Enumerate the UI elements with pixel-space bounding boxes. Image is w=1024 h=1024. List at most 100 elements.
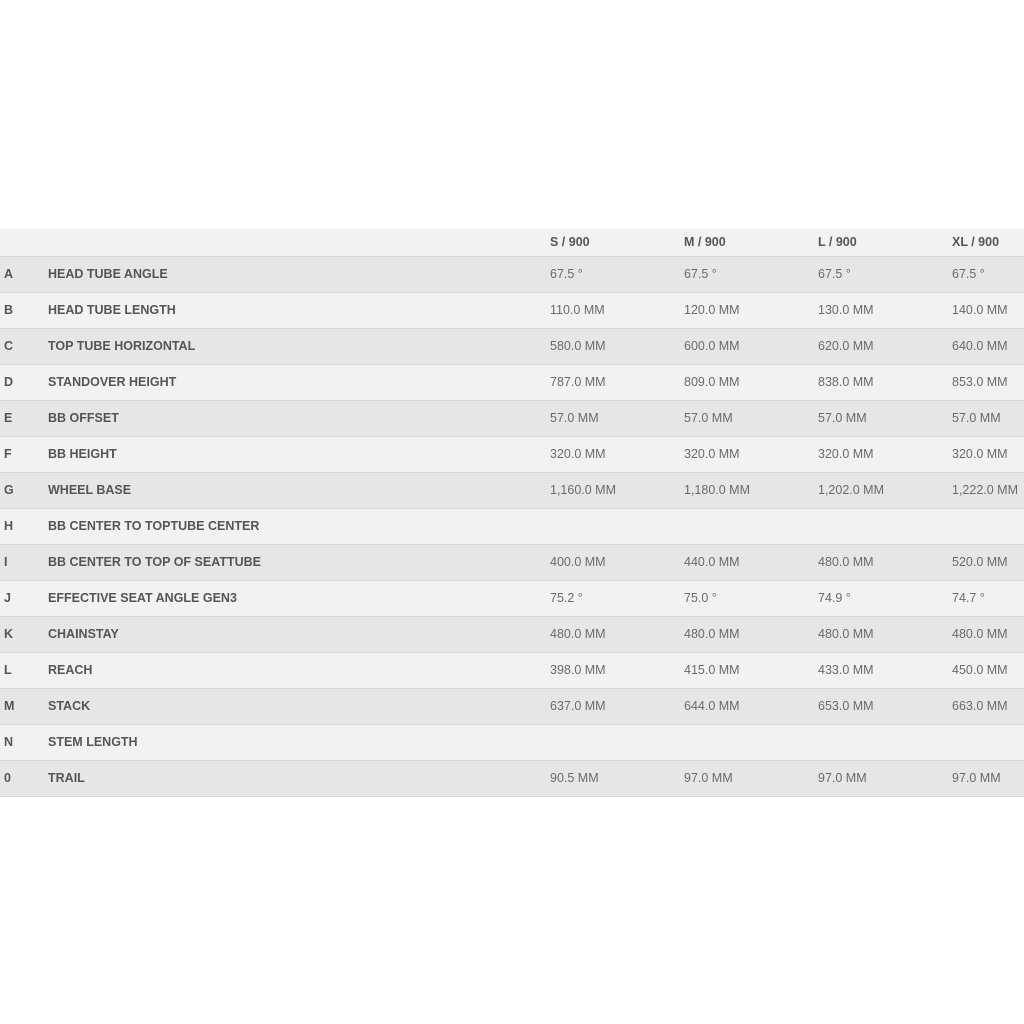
row-label: BB CENTER TO TOP OF SEATTUBE [48,555,261,569]
geometry-table: S / 900 M / 900 L / 900 XL / 900 A HEAD T… [0,229,1024,797]
row-letter: N [4,735,14,749]
table-row: E BB OFFSET 57.0 MM 57.0 MM 57.0 MM 57.0 MM [0,400,1024,436]
table-row: 0 TRAIL 90.5 MM 97.0 MM 97.0 MM 97.0 MM [0,760,1024,796]
row-value-cell: 400.0 MM [550,555,606,569]
row-value-cell: 320.0 MM [550,447,606,461]
table-row: H BB CENTER TO TOPTUBE CENTER [0,508,1024,544]
row-label: HEAD TUBE LENGTH [48,303,176,317]
row-value-cell: 67.5 ° [550,267,583,281]
row-value-cell: 90.5 MM [550,771,599,785]
row-value-cell: 1,222.0 MM [952,483,1019,497]
table-row: I BB CENTER TO TOP OF SEATTUBE 400.0 MM 440… [0,544,1024,580]
row-value-cell: 480.0 MM [818,627,874,641]
row-value-cell: 637.0 MM [550,699,606,713]
row-value-cell: 57.0 MM [818,411,867,425]
row-value-cell: 1,180.0 MM [684,483,751,497]
table-row: B HEAD TUBE LENGTH 110.0 MM 120.0 MM 130.0 M… [0,292,1024,328]
row-value-cell: 440.0 MM [684,555,740,569]
row-value-cell [818,724,952,760]
row-value-cell: 75.2 ° [550,591,583,605]
row-value-cell: 130.0 MM [818,303,874,317]
row-label: HEAD TUBE ANGLE [48,267,168,281]
row-value-cell: 653.0 MM [818,699,874,713]
row-value-cell: 853.0 MM [952,375,1008,389]
row-value-cell: 120.0 MM [684,303,740,317]
row-label: TOP TUBE HORIZONTAL [48,339,196,353]
row-value-cell [952,508,1024,544]
header-size-l: L / 900 [818,235,857,250]
table-row: G WHEEL BASE 1,160.0 MM 1,180.0 MM 1,202.0 M… [0,472,1024,508]
row-value-cell: 838.0 MM [818,375,874,389]
table-row: M STACK 637.0 MM 644.0 MM 653.0 MM 663.0 MM [0,688,1024,724]
row-label: BB CENTER TO TOPTUBE CENTER [48,519,260,533]
row-value-cell: 480.0 MM [684,627,740,641]
row-value-cell: 580.0 MM [550,339,606,353]
row-value-cell: 520.0 MM [952,555,1008,569]
row-value-cell [818,508,952,544]
row-label: WHEEL BASE [48,483,132,497]
row-value-cell: 433.0 MM [818,663,874,677]
table-row: L REACH 398.0 MM 415.0 MM 433.0 MM 450.0 MM [0,652,1024,688]
row-letter: A [4,267,14,281]
row-value-cell: 67.5 ° [952,267,985,281]
header-size-xl: XL / 900 [952,235,1000,250]
row-letter: E [4,411,13,425]
row-value-cell: 74.9 ° [818,591,851,605]
row-value-cell: 320.0 MM [818,447,874,461]
table-row: F BB HEIGHT 320.0 MM 320.0 MM 320.0 MM 320.0 … [0,436,1024,472]
row-value-cell: 140.0 MM [952,303,1008,317]
row-value-cell: 398.0 MM [550,663,606,677]
row-letter: G [4,483,14,497]
row-value-cell: 57.0 MM [684,411,733,425]
header-letter-blank [0,229,48,256]
row-value-cell: 1,202.0 MM [818,483,885,497]
row-letter: C [4,339,14,353]
row-value-cell [952,724,1024,760]
row-label: TRAIL [48,771,85,785]
row-value-cell: 600.0 MM [684,339,740,353]
table-row: A HEAD TUBE ANGLE 67.5 ° 67.5 ° 67.5 ° 67.5 ° [0,256,1024,292]
row-value-cell: 787.0 MM [550,375,606,389]
table-header-row: S / 900 M / 900 L / 900 XL / 900 [0,229,1024,256]
row-value-cell [550,508,684,544]
row-letter: 0 [4,771,11,785]
row-value-cell: 67.5 ° [684,267,717,281]
header-size-s: S / 900 [550,235,590,250]
row-label: STANDOVER HEIGHT [48,375,177,389]
row-value-cell [684,508,818,544]
row-label: STEM LENGTH [48,735,138,749]
row-value-cell: 450.0 MM [952,663,1008,677]
row-value-cell: 620.0 MM [818,339,874,353]
row-value-cell: 415.0 MM [684,663,740,677]
row-label: REACH [48,663,93,677]
table-body: A HEAD TUBE ANGLE 67.5 ° 67.5 ° 67.5 ° 67.5 °… [0,256,1024,796]
row-value-cell: 480.0 MM [550,627,606,641]
row-value-cell: 663.0 MM [952,699,1008,713]
row-value-cell: 640.0 MM [952,339,1008,353]
row-letter: J [4,591,11,605]
header-size-m: M / 900 [684,235,726,250]
row-label: EFFECTIVE SEAT ANGLE GEN3 [48,591,237,605]
row-value-cell: 644.0 MM [684,699,740,713]
row-value-cell: 97.0 MM [952,771,1001,785]
row-value-cell: 57.0 MM [952,411,1001,425]
row-value-cell: 320.0 MM [952,447,1008,461]
row-letter: L [4,663,12,677]
row-letter: K [4,627,14,641]
row-value-cell [550,724,684,760]
table-row: K CHAINSTAY 480.0 MM 480.0 MM 480.0 MM 480.0 … [0,616,1024,652]
header-label-blank [48,229,550,256]
table-row: C TOP TUBE HORIZONTAL 580.0 MM 600.0 MM 620.… [0,328,1024,364]
row-letter: F [4,447,12,461]
row-value-cell: 75.0 ° [684,591,717,605]
row-value-cell: 110.0 MM [550,303,605,317]
row-letter: B [4,303,14,317]
row-value-cell: 480.0 MM [952,627,1008,641]
row-value-cell: 809.0 MM [684,375,740,389]
row-label: BB OFFSET [48,411,119,425]
row-value-cell [684,724,818,760]
row-letter: M [4,699,15,713]
row-value-cell: 97.0 MM [818,771,867,785]
row-label: CHAINSTAY [48,627,119,641]
row-value-cell: 67.5 ° [818,267,851,281]
